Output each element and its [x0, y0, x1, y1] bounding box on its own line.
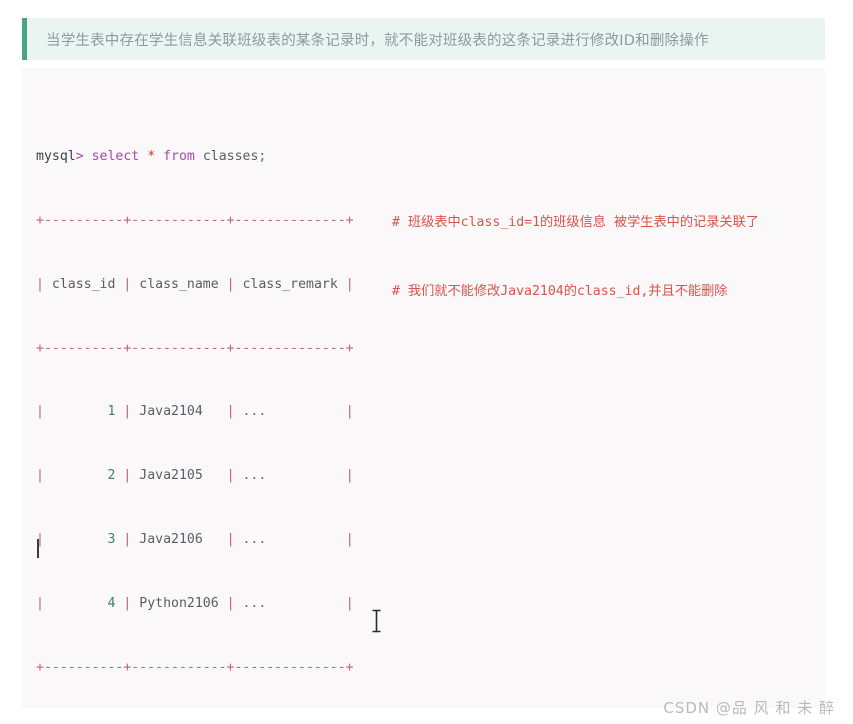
code-line: | 4 | Python2106 | ... | [36, 596, 354, 612]
text-caret [37, 539, 39, 558]
comment-line-2: # 我们就不能修改Java2104的class_id,并且不能删除 [392, 284, 728, 299]
callout-text: 当学生表中存在学生信息关联班级表的某条记录时，就不能对班级表的这条记录进行修改I… [46, 32, 709, 49]
code-line: | 1 | Java2104 | ... | [36, 404, 354, 420]
code-block[interactable]: mysql> select * from classes; +---------… [22, 68, 825, 708]
code-line: +----------+------------+--------------+ [36, 340, 354, 356]
comment-line-1: # 班级表中class_id=1的班级信息 被学生表中的记录关联了 [392, 215, 759, 230]
annotation-comments: # 班级表中class_id=1的班级信息 被学生表中的记录关联了 # 我们就不… [392, 165, 759, 326]
code-line: | 3 | Java2106 | ... | [36, 532, 354, 548]
code-line: mysql> select * from classes; [36, 148, 267, 164]
code-line: +----------+------------+--------------+ [36, 660, 354, 676]
csdn-watermark: CSDN @品 风 和 未 醉 [663, 699, 835, 717]
code-line: | 2 | Java2105 | ... | [36, 468, 354, 484]
info-callout: 当学生表中存在学生信息关联班级表的某条记录时，就不能对班级表的这条记录进行修改I… [22, 18, 825, 60]
